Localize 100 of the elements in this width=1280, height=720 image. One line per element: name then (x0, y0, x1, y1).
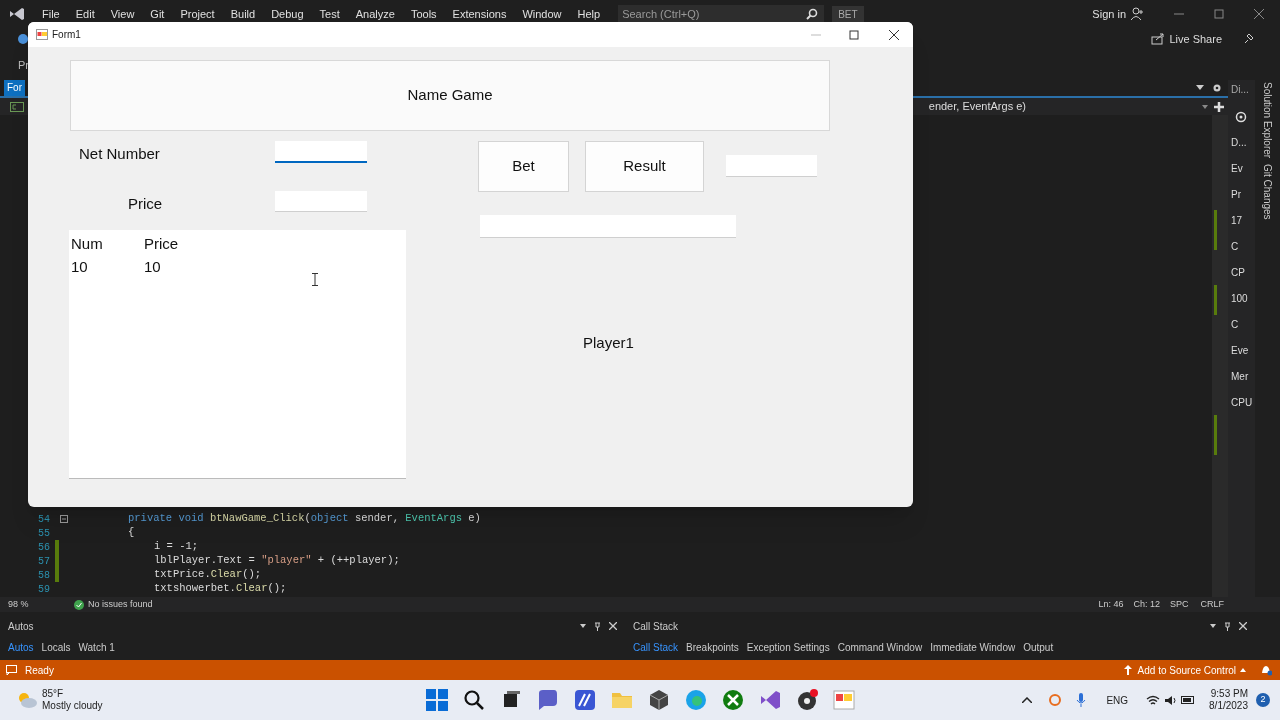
form-app-icon (36, 29, 48, 40)
menu-item[interactable]: Git (142, 5, 173, 23)
live-share-button[interactable]: Live Share (1169, 30, 1222, 48)
code-line: { (128, 525, 135, 541)
panel-tab[interactable]: Output (1023, 640, 1054, 655)
x-circle-icon[interactable] (721, 688, 745, 712)
panel-tab[interactable]: Watch 1 (78, 640, 115, 655)
line-number: 57 (37, 554, 50, 569)
language-indicator[interactable]: ENG (1106, 692, 1129, 708)
start-icon[interactable] (425, 688, 449, 712)
code-line: txtshowerbet.Clear(); (154, 581, 287, 597)
source-control-button[interactable]: Add to Source Control (1137, 662, 1236, 678)
pen-tile-icon[interactable] (573, 688, 597, 712)
battery-icon[interactable] (1181, 695, 1196, 705)
maximize-icon[interactable] (1214, 9, 1224, 19)
member-dropdown[interactable]: ender, EventArgs e) (928, 98, 1026, 115)
text-cursor-icon (312, 273, 318, 286)
side-tab[interactable]: Git Changes (1260, 164, 1275, 220)
message-icon (6, 665, 17, 675)
menu-item[interactable]: Window (514, 5, 570, 23)
issues-status[interactable]: No issues found (88, 597, 153, 612)
diagnostics-label: 100 (1231, 293, 1248, 305)
bell-icon[interactable] (1260, 664, 1272, 676)
panel-tab[interactable]: Autos (8, 640, 34, 655)
dropdown-caret-icon[interactable] (1196, 85, 1204, 91)
pin-icon[interactable] (594, 621, 601, 631)
scrollbar[interactable] (1212, 115, 1228, 597)
clock[interactable]: 9:53 PM 8/1/2023 (1209, 688, 1248, 712)
dropdown-caret-icon[interactable] (580, 624, 586, 628)
code-line: lblPlayer.Text = "player" + (++player); (154, 553, 400, 569)
line-number: 59 (37, 582, 50, 597)
bet-button[interactable]: Bet (478, 141, 569, 192)
plus-icon[interactable] (1214, 101, 1224, 112)
pin-icon[interactable] (1224, 621, 1231, 631)
gear-icon[interactable] (1212, 83, 1222, 93)
column-header[interactable]: Price (144, 233, 217, 256)
zoom-level[interactable]: 98 % (8, 597, 58, 612)
caret-up-icon[interactable] (1240, 668, 1246, 672)
panel-tab[interactable]: Exception Settings (746, 640, 830, 655)
menu-item[interactable]: Debug (263, 5, 312, 23)
toolbar-label: Pr (18, 57, 29, 73)
document-tab[interactable]: For (4, 80, 25, 96)
sign-in-link[interactable]: Sign in (1092, 5, 1126, 23)
column-header[interactable]: Num (71, 233, 144, 256)
menu-item[interactable]: Project (172, 5, 223, 23)
menu-item[interactable]: Edit (67, 5, 103, 23)
close-icon[interactable] (889, 29, 899, 40)
chevron-up-icon[interactable] (1022, 697, 1033, 703)
dropdown-caret-icon[interactable] (1210, 624, 1216, 628)
diagnostics-label: C (1231, 319, 1239, 331)
status-item[interactable]: CRLF (1200, 597, 1224, 612)
status-text: Ready (25, 663, 54, 678)
up-arrow-icon[interactable] (1123, 665, 1132, 675)
menu-item[interactable]: Extensions (444, 5, 515, 23)
microphone-icon[interactable] (1076, 693, 1087, 707)
menu-item[interactable]: View (102, 5, 143, 23)
player-label: Player1 (583, 333, 634, 353)
wifi-icon[interactable] (1146, 694, 1161, 706)
temperature-text: 85°F (42, 688, 65, 700)
gear-icon[interactable] (1235, 111, 1247, 123)
diagnostics-label: Mer (1231, 371, 1249, 383)
search-icon[interactable] (462, 688, 486, 712)
menu-item[interactable]: File (34, 5, 68, 23)
menu-item[interactable]: Help (569, 5, 609, 23)
menu-item[interactable]: Analyze (347, 5, 403, 23)
panel-tab[interactable]: Call Stack (633, 640, 678, 655)
menu-item[interactable]: Tools (402, 5, 445, 23)
status-item[interactable]: SPC (1169, 597, 1189, 612)
panel-tab[interactable]: Command Window (837, 640, 923, 655)
status-item[interactable]: Ln: 46 (1098, 597, 1124, 612)
panel-tab[interactable]: Immediate Window (930, 640, 1016, 655)
text-field[interactable] (275, 141, 367, 163)
menu-item[interactable]: Build (222, 5, 264, 23)
infinity-tile-icon[interactable] (758, 688, 782, 712)
speaker-icon[interactable] (1164, 694, 1178, 706)
pin-icon[interactable] (1242, 33, 1254, 45)
line-number: 56 (37, 540, 50, 555)
menu-item[interactable]: Test (311, 5, 348, 23)
search-field[interactable]: Search (Ctrl+Q) (618, 5, 825, 23)
cube-icon[interactable] (647, 688, 671, 712)
panel-title: Di... (1231, 83, 1249, 97)
dropdown-caret-icon[interactable] (1202, 104, 1208, 109)
maximize-icon[interactable] (849, 29, 859, 40)
status-item[interactable]: Ch: 12 (1133, 597, 1160, 612)
side-tab[interactable]: Solution Explorer (1260, 82, 1275, 159)
panel-title: Call Stack (633, 619, 678, 634)
line-number: 58 (37, 568, 50, 583)
panel-tab[interactable]: Locals (41, 640, 71, 655)
csharp-file-icon (10, 101, 24, 112)
list-view[interactable]: Num Price 10 10 (69, 230, 406, 479)
result-button[interactable]: Result (585, 141, 704, 192)
record-icon[interactable] (795, 688, 819, 712)
diagnostics-label: Eve (1231, 345, 1249, 357)
share-icon[interactable] (1151, 33, 1166, 45)
form-app-icon[interactable] (832, 688, 856, 712)
notification-badge[interactable]: 2 (1256, 693, 1270, 707)
infinity-logo-icon (8, 6, 26, 22)
chat-bubble-icon[interactable] (536, 688, 560, 712)
panel-tab[interactable]: Breakpoints (686, 640, 739, 655)
panel-title: Autos (8, 619, 34, 634)
